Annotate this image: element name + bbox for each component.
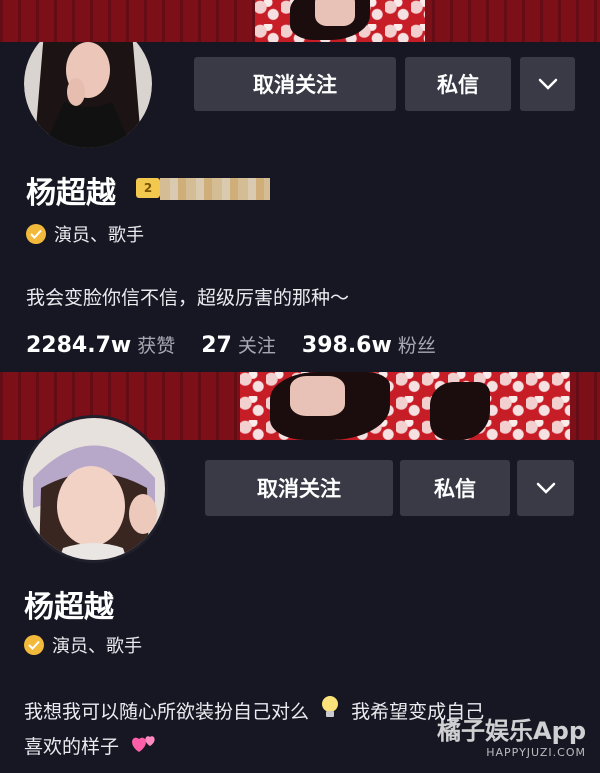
bio-line1: 我想我可以随心所欲装扮自己对么 — [24, 701, 310, 723]
message-label: 私信 — [437, 73, 479, 97]
avatar-bottom[interactable] — [20, 415, 168, 563]
watermark: 橘子娱乐App HAPPYJUZI.COM — [437, 711, 586, 759]
watermark-title: 橘子娱乐App — [437, 717, 586, 745]
light-bulb-emoji — [321, 695, 339, 730]
profile-stats: 2284.7w 获赞 27 关注 398.6w 粉丝 — [26, 331, 462, 358]
bio-line2: 喜欢的样子 — [24, 736, 120, 758]
chevron-down-icon — [536, 482, 555, 494]
unfollow-button-bottom[interactable]: 取消关注 — [205, 460, 393, 516]
verification-row: 演员、歌手 — [26, 221, 144, 247]
unfollow-label-bottom: 取消关注 — [257, 477, 341, 501]
profile-name-bottom: 杨超越 — [24, 590, 114, 625]
likes-stat[interactable]: 2284.7w 获赞 — [26, 331, 175, 358]
message-label-bottom: 私信 — [434, 477, 476, 501]
verified-badge-icon — [24, 635, 44, 655]
two-hearts-emoji — [131, 731, 157, 765]
message-button-bottom[interactable]: 私信 — [400, 460, 510, 516]
mosaic-blur — [160, 178, 270, 200]
profile-bio: 我会变脸你信不信，超级厉害的那种～ — [26, 287, 350, 309]
more-dropdown-button-bottom[interactable] — [517, 460, 574, 516]
verification-text: 演员、歌手 — [54, 225, 144, 246]
chevron-down-icon — [538, 78, 557, 90]
following-stat[interactable]: 27 关注 — [201, 331, 276, 358]
unfollow-button[interactable]: 取消关注 — [194, 57, 396, 111]
message-button[interactable]: 私信 — [405, 57, 511, 111]
verification-text-bottom: 演员、歌手 — [52, 636, 142, 657]
verification-row-bottom: 演员、歌手 — [24, 632, 142, 658]
profile-name: 杨超越 — [26, 176, 116, 211]
level-badge: 2 — [136, 178, 160, 198]
unfollow-label: 取消关注 — [253, 73, 337, 97]
more-dropdown-button[interactable] — [520, 57, 575, 111]
verified-badge-icon — [26, 224, 46, 244]
watermark-url: HAPPYJUZI.COM — [486, 746, 586, 759]
followers-stat[interactable]: 398.6w 粉丝 — [302, 331, 436, 358]
cover-banner-top — [0, 0, 600, 42]
